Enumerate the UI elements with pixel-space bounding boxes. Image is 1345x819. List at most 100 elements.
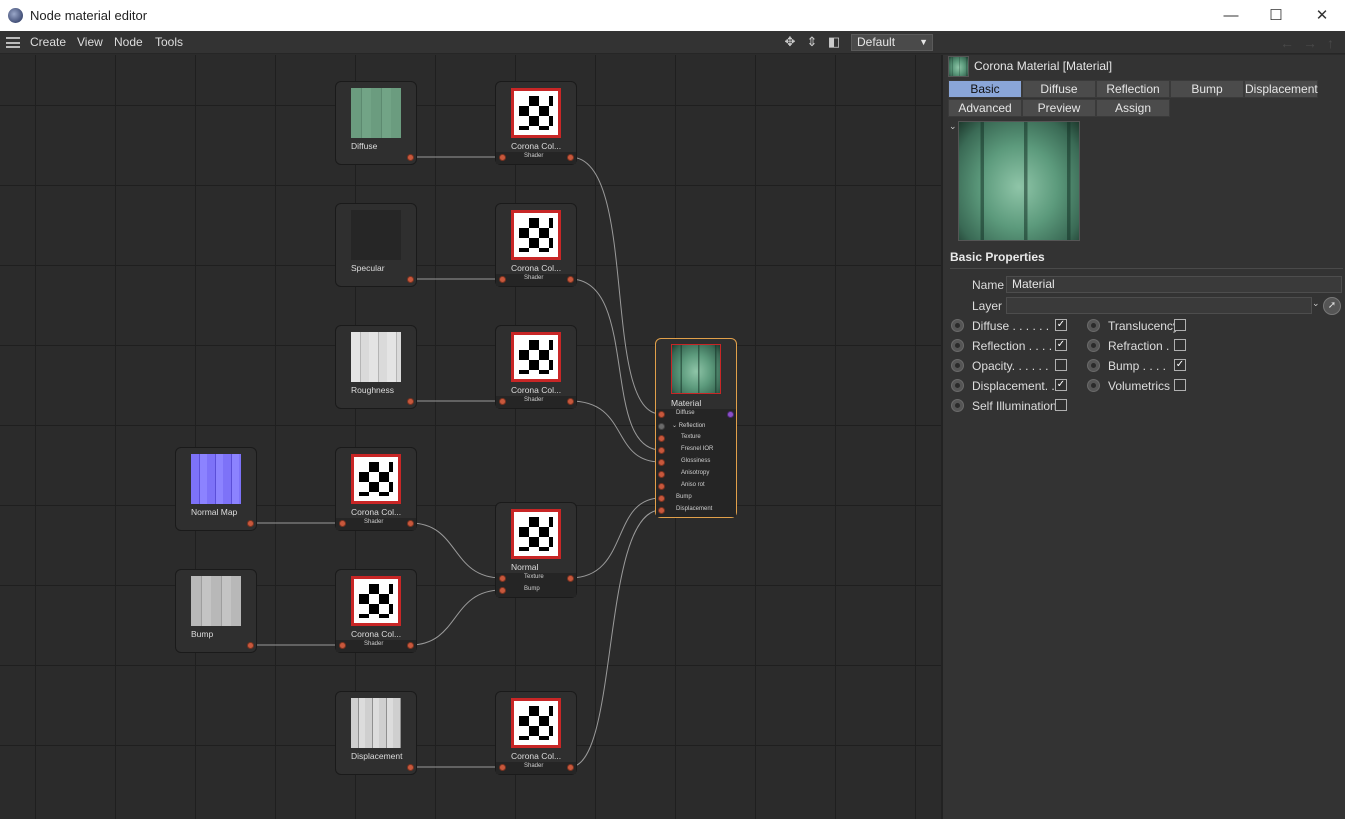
window-title: Node material editor (30, 8, 148, 23)
shader-thumbnail (511, 332, 561, 382)
minimize-button[interactable]: — (1208, 0, 1254, 31)
checkbox-opacity[interactable] (1055, 359, 1067, 371)
checkbox-volumetrics[interactable] (1174, 379, 1186, 391)
node-normalmap-texture[interactable]: Normal Map (175, 447, 257, 531)
tab-bump[interactable]: Bump (1170, 80, 1244, 98)
node-corona-color-correct[interactable]: Corona Col... Shader (335, 447, 417, 531)
output-port[interactable] (247, 642, 254, 649)
tab-advanced[interactable]: Advanced (948, 99, 1022, 117)
output-port[interactable] (407, 764, 414, 771)
output-port[interactable] (567, 398, 574, 405)
layout-select[interactable]: Default ▼ (851, 34, 933, 51)
input-port-texture[interactable] (499, 575, 506, 582)
node-bump-texture[interactable]: Bump (175, 569, 257, 653)
input-port-anisotropy[interactable] (658, 471, 665, 478)
bump-animate-radio[interactable] (1087, 359, 1100, 372)
opacity-animate-radio[interactable] (951, 359, 964, 372)
input-port[interactable] (339, 642, 346, 649)
output-port[interactable] (407, 154, 414, 161)
checkbox-bump[interactable]: ✓ (1174, 359, 1186, 371)
layer-dropdown-icon[interactable]: ⌄ (1312, 298, 1320, 309)
wire (569, 497, 662, 579)
node-roughness-texture[interactable]: Roughness (335, 325, 417, 409)
up-arrow-icon[interactable]: ↑ (1327, 35, 1334, 51)
output-port[interactable] (247, 520, 254, 527)
node-diffuse-texture[interactable]: Diffuse (335, 81, 417, 165)
input-port-diffuse[interactable] (658, 411, 665, 418)
output-port[interactable] (407, 520, 414, 527)
layer-picker-icon[interactable]: ➚ (1323, 297, 1341, 315)
input-port[interactable] (499, 154, 506, 161)
checkbox-translucency[interactable] (1174, 319, 1186, 331)
reflection-animate-radio[interactable] (951, 339, 964, 352)
node-corona-color-correct[interactable]: Corona Col... Shader (495, 691, 577, 775)
menu-view[interactable]: View (77, 35, 103, 49)
toggle-panel-icon[interactable]: ◧ (827, 35, 841, 49)
layer-field[interactable] (1006, 297, 1312, 314)
back-arrow-icon[interactable]: ← (1280, 35, 1294, 51)
collapse-chevron-icon[interactable]: ⌄ (949, 121, 957, 132)
tab-assign[interactable]: Assign (1096, 99, 1170, 117)
hamburger-menu-icon[interactable] (6, 37, 20, 48)
input-port[interactable] (499, 764, 506, 771)
checkbox-refraction[interactable] (1174, 339, 1186, 351)
diffuse-animate-radio[interactable] (951, 319, 964, 332)
node-corona-color-correct[interactable]: Corona Col... Shader (495, 81, 577, 165)
roughness-texture-thumbnail (351, 332, 401, 382)
output-port[interactable] (567, 154, 574, 161)
checkbox-diffuse[interactable]: ✓ (1055, 319, 1067, 331)
checkbox-self-illumination[interactable] (1055, 399, 1067, 411)
displacement-animate-radio[interactable] (951, 379, 964, 392)
input-port-fresnel-ior[interactable] (658, 447, 665, 454)
refraction-animate-radio[interactable] (1087, 339, 1100, 352)
material-preview[interactable] (958, 121, 1080, 241)
forward-arrow-icon[interactable]: → (1303, 35, 1317, 51)
node-canvas[interactable]: Diffuse Specular Roughness Normal Map Bu… (0, 55, 941, 819)
input-port-aniso-rot[interactable] (658, 483, 665, 490)
move-view-icon[interactable]: ✥ (783, 35, 797, 49)
node-displacement-texture[interactable]: Displacement (335, 691, 417, 775)
tab-reflection[interactable]: Reflection (1096, 80, 1170, 98)
node-corona-color-correct[interactable]: Corona Col... Shader (495, 203, 577, 287)
output-port[interactable] (567, 575, 574, 582)
input-port-reflection[interactable] (658, 423, 665, 430)
translucency-animate-radio[interactable] (1087, 319, 1100, 332)
prop-label-self-illumination: Self Illumination (972, 399, 1057, 413)
menu-node[interactable]: Node (114, 35, 143, 49)
section-divider (950, 268, 1343, 269)
self-illumination-animate-radio[interactable] (951, 399, 964, 412)
pan-view-icon[interactable]: ⇕ (805, 35, 819, 49)
input-port-bump[interactable] (658, 495, 665, 502)
input-port-glossiness[interactable] (658, 459, 665, 466)
maximize-button[interactable]: ☐ (1253, 0, 1299, 31)
output-port[interactable] (567, 764, 574, 771)
output-port[interactable] (407, 398, 414, 405)
input-port[interactable] (499, 276, 506, 283)
shader-thumbnail (511, 698, 561, 748)
node-corona-color-correct[interactable]: Corona Col... Shader (495, 325, 577, 409)
menu-create[interactable]: Create (30, 35, 66, 49)
tab-basic[interactable]: Basic (948, 80, 1022, 98)
node-normal[interactable]: Normal Texture Bump (495, 502, 577, 598)
checkbox-displacement[interactable]: ✓ (1055, 379, 1067, 391)
output-port[interactable] (727, 411, 734, 418)
node-material[interactable]: Material Diffuse ⌄ Reflection Texture Fr… (655, 338, 737, 518)
tab-displacement[interactable]: Displacement (1244, 80, 1318, 98)
volumetrics-animate-radio[interactable] (1087, 379, 1100, 392)
input-port[interactable] (339, 520, 346, 527)
close-button[interactable]: ✕ (1299, 0, 1345, 31)
output-port[interactable] (407, 276, 414, 283)
output-port[interactable] (567, 276, 574, 283)
input-port-bump[interactable] (499, 587, 506, 594)
checkbox-reflection[interactable]: ✓ (1055, 339, 1067, 351)
node-specular-texture[interactable]: Specular (335, 203, 417, 287)
name-field[interactable]: Material (1006, 276, 1342, 293)
tab-diffuse[interactable]: Diffuse (1022, 80, 1096, 98)
input-port-texture[interactable] (658, 435, 665, 442)
output-port[interactable] (407, 642, 414, 649)
tab-preview[interactable]: Preview (1022, 99, 1096, 117)
menu-tools[interactable]: Tools (155, 35, 183, 49)
node-corona-color-correct[interactable]: Corona Col... Shader (335, 569, 417, 653)
input-port[interactable] (499, 398, 506, 405)
input-port-displacement[interactable] (658, 507, 665, 514)
